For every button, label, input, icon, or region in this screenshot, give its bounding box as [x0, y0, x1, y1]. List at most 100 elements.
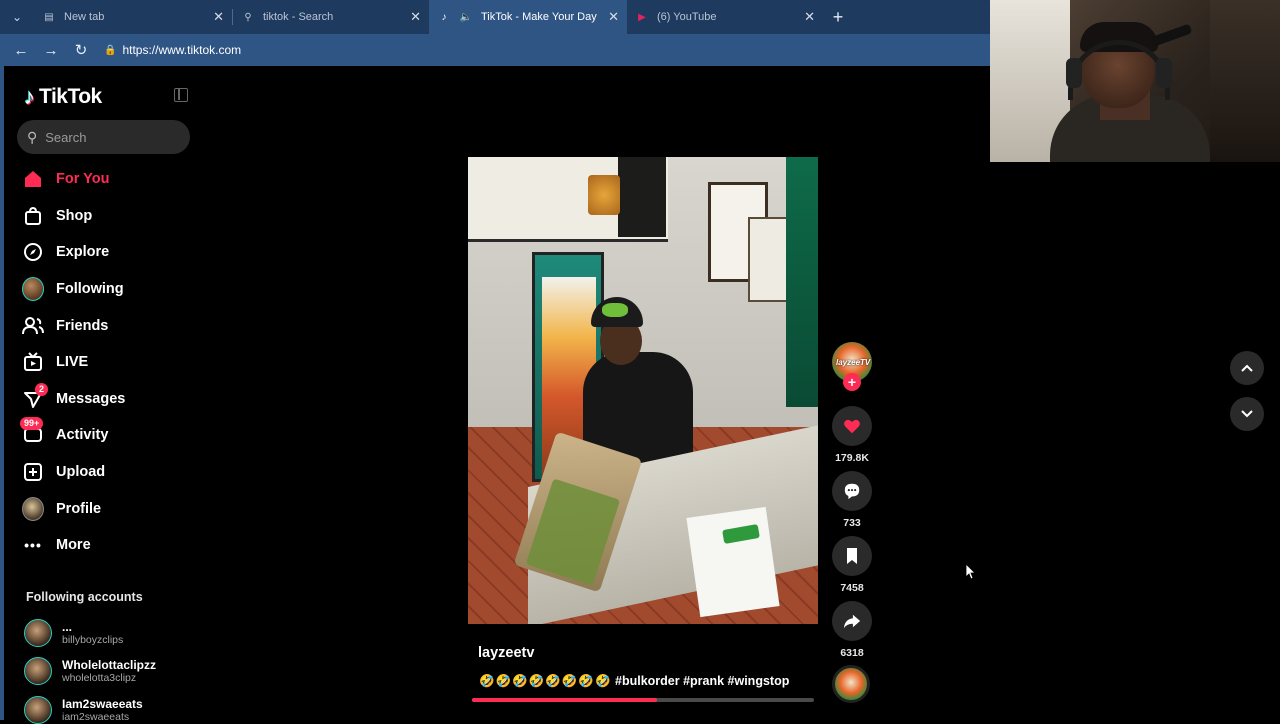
address-bar[interactable]: 🔒 https://www.tiktok.com	[104, 37, 241, 63]
sidebar-item-label: Messages	[56, 390, 126, 407]
sidebar-item-label: Activity	[56, 427, 109, 444]
tab-title: TikTok - Make Your Day	[481, 11, 597, 23]
sidebar-item-messages[interactable]: 2 Messages	[22, 381, 202, 418]
following-avatar-icon	[22, 277, 44, 302]
chevron-up-icon	[1241, 364, 1253, 372]
following-account-item[interactable]: Wholelottaclipzz wholelotta3clipz	[24, 657, 156, 685]
video-frame-menu-dark	[618, 157, 666, 237]
account-handle: billyboyzclips	[62, 634, 124, 646]
like-button[interactable]	[832, 406, 872, 446]
heart-icon	[844, 419, 860, 434]
upload-icon	[22, 461, 44, 483]
friends-icon	[22, 315, 44, 337]
comment-count: 733	[843, 517, 861, 529]
tab-title: tiktok - Search	[263, 11, 334, 23]
tab-close-icon[interactable]: ✕	[213, 9, 224, 25]
shopping-bag-icon	[22, 205, 44, 227]
account-name: ...	[62, 620, 73, 634]
sidebar: ♪ TikTok ⚲ For You Shop Explore Fol	[4, 66, 204, 724]
follow-plus-button[interactable]: +	[843, 373, 861, 391]
account-handle: wholelotta3clipz	[62, 672, 137, 684]
following-account-item[interactable]: ... billyboyzclips	[24, 619, 123, 647]
avatar	[24, 657, 52, 685]
tiktok-note-icon: ♪	[24, 84, 35, 109]
video-caption: 🤣🤣🤣🤣🤣🤣🤣🤣 #bulkorder #prank #wingstop	[479, 674, 789, 689]
video-frame-green-panel	[786, 157, 818, 407]
sidebar-item-for-you[interactable]: For You	[22, 161, 202, 198]
webcam-headset-earcup	[1066, 58, 1082, 88]
address-url[interactable]: https://www.tiktok.com	[122, 43, 241, 57]
chevron-down-icon	[1241, 410, 1253, 418]
reload-icon[interactable]: ↻	[68, 37, 94, 63]
tab-tiktok-active[interactable]: ♪ 🔈 TikTok - Make Your Day ✕	[429, 0, 627, 34]
share-count: 6318	[840, 647, 864, 659]
sidebar-item-following[interactable]: Following	[22, 271, 202, 308]
following-accounts-heading: Following accounts	[26, 590, 143, 604]
messages-icon: 2	[22, 382, 49, 410]
sidebar-item-friends[interactable]: Friends	[22, 307, 202, 344]
share-arrow-icon	[843, 614, 861, 629]
sidebar-item-live[interactable]: LIVE	[22, 344, 202, 381]
tiktok-logo[interactable]: ♪ TikTok	[24, 84, 102, 110]
activity-icon: 99+	[20, 417, 44, 446]
sidebar-item-more[interactable]: ••• More	[22, 527, 202, 564]
video-author[interactable]: layzeetv	[478, 645, 534, 661]
collapse-sidebar-icon[interactable]	[174, 88, 188, 102]
compass-icon	[22, 241, 44, 263]
sidebar-item-label: Explore	[56, 244, 110, 261]
sidebar-item-label: For You	[56, 171, 110, 188]
sidebar-nav: For You Shop Explore Following Friends L…	[20, 161, 202, 564]
lock-icon: 🔒	[104, 44, 117, 56]
tab-tiktok-search[interactable]: ⚲ tiktok - Search ✕	[233, 0, 429, 34]
live-tv-icon	[22, 351, 44, 373]
share-button[interactable]	[832, 601, 872, 641]
music-disc-avatar[interactable]	[832, 665, 870, 703]
new-tab-button[interactable]: +	[823, 0, 853, 34]
brand-name: TikTok	[39, 85, 102, 108]
search-box[interactable]: ⚲	[17, 120, 190, 154]
sidebar-item-label: Following	[56, 281, 124, 298]
search-input[interactable]	[45, 129, 176, 145]
avatar	[24, 619, 52, 647]
speaker-icon[interactable]: 🔈	[459, 10, 473, 24]
webcam-overlay	[990, 0, 1280, 162]
comment-button[interactable]	[832, 471, 872, 511]
back-arrow-icon[interactable]: ←	[8, 37, 34, 63]
tab-close-icon[interactable]: ✕	[410, 9, 421, 25]
home-icon	[22, 168, 44, 190]
tab-youtube[interactable]: ▶ (6) YouTube ✕	[627, 0, 823, 34]
search-icon: ⚲	[244, 11, 252, 23]
video-frame-receipt	[686, 506, 780, 618]
previous-video-button[interactable]	[1230, 351, 1264, 385]
tab-close-icon[interactable]: ✕	[608, 9, 619, 25]
avatar-brand-text: layzeeTV	[836, 358, 871, 367]
caption-hashtags[interactable]: #bulkorder #prank #wingstop	[615, 674, 789, 688]
sidebar-item-activity[interactable]: 99+ Activity	[20, 417, 202, 454]
video-player[interactable]	[468, 157, 818, 624]
webcam-microphone	[1151, 23, 1193, 47]
bookmark-button[interactable]	[832, 536, 872, 576]
video-progress-fill	[472, 698, 657, 702]
activity-badge: 99+	[20, 417, 44, 431]
tab-list-menu-button[interactable]: ⌄	[0, 0, 34, 34]
video-frame-food-picture	[588, 175, 620, 215]
like-count: 179.8K	[835, 452, 869, 464]
more-icon: •••	[24, 537, 42, 554]
account-handle: iam2swaeeats	[62, 711, 130, 723]
next-video-button[interactable]	[1230, 397, 1264, 431]
tab-close-icon[interactable]: ✕	[804, 9, 815, 25]
comment-icon	[844, 483, 860, 500]
sidebar-item-upload[interactable]: Upload	[22, 454, 202, 491]
sidebar-item-profile[interactable]: Profile	[22, 490, 202, 527]
profile-avatar-icon	[22, 496, 44, 521]
forward-arrow-icon[interactable]: →	[38, 37, 64, 63]
sidebar-item-explore[interactable]: Explore	[22, 234, 202, 271]
video-progress-bar[interactable]	[472, 698, 814, 702]
account-name: Wholelottaclipzz	[62, 658, 156, 672]
tab-title: (6) YouTube	[657, 11, 717, 23]
sidebar-item-shop[interactable]: Shop	[22, 198, 202, 235]
bookmark-icon	[847, 548, 857, 564]
tab-new-tab[interactable]: ▤ New tab ✕	[34, 0, 232, 34]
account-name: Iam2swaeeats	[62, 697, 143, 711]
messages-badge: 2	[35, 382, 49, 396]
